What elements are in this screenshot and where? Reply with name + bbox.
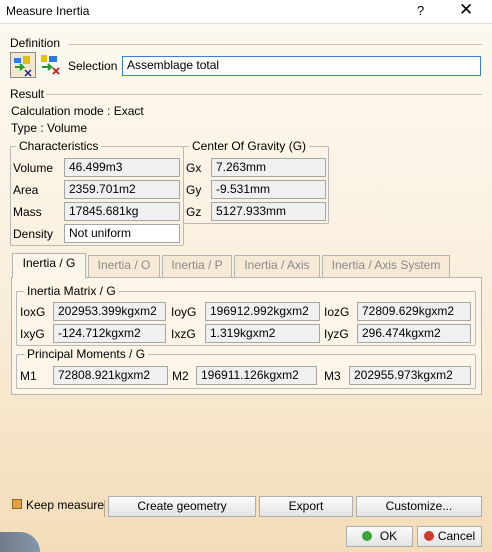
center-of-gravity-title: Center Of Gravity (G) xyxy=(189,139,310,153)
result-divider xyxy=(46,94,482,95)
cancel-icon xyxy=(423,531,434,541)
cancel-label: Cancel xyxy=(437,529,476,543)
calculation-mode: Calculation mode : Exact xyxy=(11,104,144,118)
iozg-label: IozG xyxy=(324,305,350,319)
definition-label: Definition xyxy=(10,36,61,50)
create-geometry-button[interactable]: Create geometry xyxy=(108,496,256,517)
ioxg-value: 202953.399kgxm2 xyxy=(53,302,166,321)
type-label: Type : Volume xyxy=(11,121,88,135)
gz-label: Gz xyxy=(186,205,202,219)
m2-value: 196911.126kgxm2 xyxy=(196,366,317,385)
keep-measure-checkbox[interactable] xyxy=(12,499,22,509)
m3-label: M3 xyxy=(324,369,341,383)
selection-mode-button-2[interactable] xyxy=(38,52,64,78)
selection-label: Selection : xyxy=(68,59,125,73)
help-button[interactable]: ? xyxy=(417,3,424,18)
gz-value: 5127.933mm xyxy=(211,202,326,221)
window-title: Measure Inertia xyxy=(6,4,90,18)
volume-label: Volume xyxy=(13,161,54,175)
tab-inertia-p[interactable]: Inertia / P xyxy=(162,255,232,277)
area-value: 2359.701m2 xyxy=(64,180,180,199)
ixzg-value: 1.319kgxm2 xyxy=(205,324,320,343)
ioyg-value: 196912.992kgxm2 xyxy=(205,302,320,321)
selection-mode-button-1[interactable] xyxy=(10,52,36,78)
tab-inertia-g[interactable]: Inertia / G xyxy=(12,253,86,278)
iyzg-value: 296.474kgxm2 xyxy=(357,324,471,343)
mass-value: 17845.681kg xyxy=(64,202,180,221)
ixyg-label: IxyG xyxy=(20,327,45,341)
mass-label: Mass xyxy=(13,205,42,219)
volume-value: 46.499m3 xyxy=(64,158,180,177)
gy-label: Gy xyxy=(186,183,202,197)
selection-mode-icon-1 xyxy=(14,56,32,77)
principal-moments-title: Principal Moments / G xyxy=(24,347,149,361)
ok-icon xyxy=(361,531,372,541)
ixyg-value: -124.712kgxm2 xyxy=(53,324,166,343)
cancel-button[interactable]: Cancel xyxy=(417,526,482,547)
background-decoration xyxy=(0,532,40,552)
iyzg-label: IyzG xyxy=(324,327,349,341)
definition-divider xyxy=(68,44,482,45)
close-button[interactable]: ✕ xyxy=(459,0,473,20)
selection-input[interactable]: Assemblage total xyxy=(122,56,481,76)
selection-mode-icon-2 xyxy=(41,55,60,75)
inertia-matrix-title: Inertia Matrix / G xyxy=(24,284,119,298)
characteristics-title: Characteristics xyxy=(16,139,102,153)
m1-value: 72808.921kgxm2 xyxy=(53,366,168,385)
keep-measure-label: Keep measure xyxy=(26,498,105,512)
density-label: Density xyxy=(13,227,54,241)
title-bar: Measure Inertia ? ✕ xyxy=(0,0,492,24)
density-value: Not uniform xyxy=(64,224,180,243)
m2-label: M2 xyxy=(172,369,189,383)
ioyg-label: IoyG xyxy=(171,305,197,319)
customize-button[interactable]: Customize... xyxy=(356,496,482,517)
area-label: Area xyxy=(13,183,39,197)
tab-inertia-axis[interactable]: Inertia / Axis xyxy=(234,255,320,277)
ioxg-label: IoxG xyxy=(20,305,46,319)
gy-value: -9.531mm xyxy=(211,180,326,199)
ixzg-label: IxzG xyxy=(171,327,196,341)
gx-label: Gx xyxy=(186,161,202,175)
m3-value: 202955.973kgxm2 xyxy=(349,366,471,385)
export-button[interactable]: Export xyxy=(259,496,353,517)
result-label: Result xyxy=(10,87,45,101)
ok-button[interactable]: OK xyxy=(346,526,413,547)
tab-inertia-axis-system[interactable]: Inertia / Axis System xyxy=(322,255,450,277)
iozg-value: 72809.629kgxm2 xyxy=(357,302,471,321)
tab-inertia-o[interactable]: Inertia / O xyxy=(88,255,160,277)
ok-label: OK xyxy=(379,529,398,543)
m1-label: M1 xyxy=(20,369,37,383)
gx-value: 7.263mm xyxy=(211,158,326,177)
footer-separator xyxy=(104,500,105,517)
